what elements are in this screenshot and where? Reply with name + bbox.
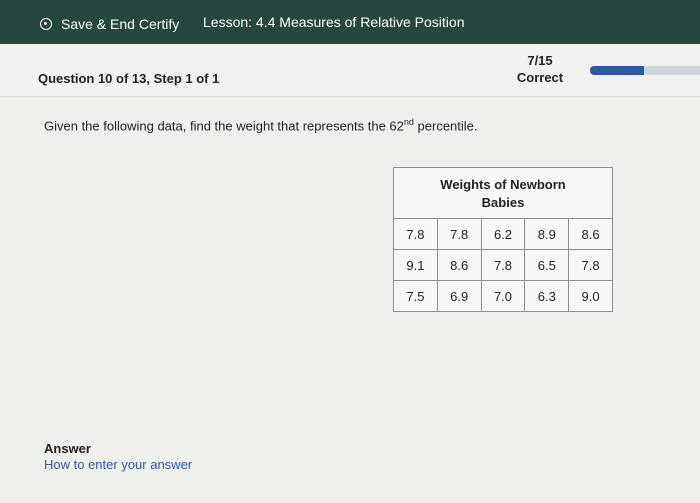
table-cell: 7.8 [568, 249, 613, 281]
progress-bar [590, 66, 700, 75]
question-bar: Question 10 of 13, Step 1 of 1 7/15 Corr… [0, 44, 700, 97]
table-title: Weights of Newborn Babies [393, 167, 613, 219]
top-bar: Save & End Certify Lesson: 4.4 Measures … [0, 0, 700, 44]
table-cell: 7.8 [480, 249, 526, 281]
table-cell: 7.0 [480, 280, 526, 312]
weights-table: Weights of Newborn Babies 7.8 7.8 6.2 8.… [393, 167, 613, 312]
lesson-title: Lesson: 4.4 Measures of Relative Positio… [203, 14, 465, 30]
table-cell: 6.5 [524, 249, 570, 281]
answer-section: Answer How to enter your answer [44, 441, 192, 472]
prompt-text: Given the following data, find the weigh… [44, 118, 404, 134]
table-cell: 6.2 [480, 218, 526, 250]
save-icon [40, 18, 52, 30]
table-cell: 8.6 [436, 249, 482, 281]
question-title: Question 10 of 13, Step 1 of 1 [38, 71, 220, 86]
save-end-certify-button[interactable]: Save & End Certify [40, 16, 179, 32]
score-status: 7/15 Correct [500, 52, 580, 86]
score-correct-label: Correct [516, 70, 564, 85]
table-cell: 9.1 [393, 249, 438, 281]
table-cell: 8.9 [524, 218, 570, 250]
save-end-certify-label: Save & End Certify [61, 16, 180, 32]
question-prompt: Given the following data, find the weigh… [44, 117, 478, 133]
table-cell: 7.8 [393, 218, 438, 250]
table-cell: 7.5 [393, 280, 438, 312]
progress-fill [590, 66, 644, 75]
table-cell: 8.6 [568, 218, 613, 250]
how-to-enter-answer-link[interactable]: How to enter your answer [44, 457, 192, 472]
table-cell: 6.9 [436, 280, 482, 312]
answer-label: Answer [44, 441, 91, 456]
table-cell: 6.3 [524, 280, 570, 312]
table-title-line2: Babies [481, 195, 525, 210]
table-title-line1: Weights of Newborn [440, 177, 566, 192]
prompt-text-end: percentile. [413, 118, 478, 134]
table-row: 9.1 8.6 7.8 6.5 7.8 [393, 249, 613, 281]
score-value: 7/15 [527, 53, 553, 68]
table-cell: 9.0 [568, 280, 613, 312]
table-row: 7.5 6.9 7.0 6.3 9.0 [393, 280, 613, 312]
prompt-superscript: nd [403, 117, 414, 127]
table-cell: 7.8 [436, 218, 482, 250]
table-row: 7.8 7.8 6.2 8.9 8.6 [393, 218, 613, 250]
